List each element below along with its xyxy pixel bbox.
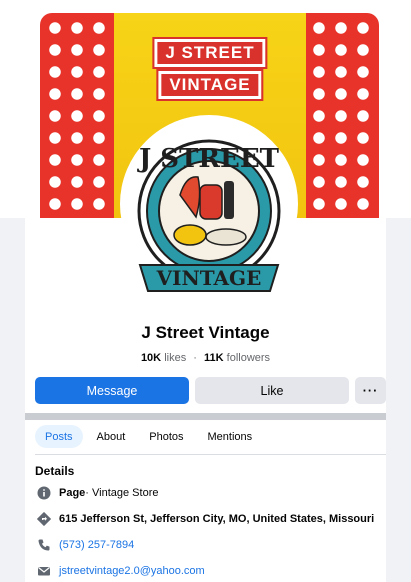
phone-icon bbox=[35, 536, 53, 554]
stats-separator: · bbox=[193, 352, 197, 364]
likes-count: 10K bbox=[140, 352, 162, 364]
likes-label: likes bbox=[164, 352, 187, 364]
tab-photos[interactable]: Photos bbox=[139, 425, 193, 448]
detail-category: Page · Vintage Store bbox=[35, 484, 386, 502]
phone-link[interactable]: (573) 257-7894 bbox=[59, 539, 134, 551]
detail-email[interactable]: jstreetvintage2.0@yahoo.com bbox=[35, 562, 386, 580]
profile-avatar[interactable]: J STREET VINTAGE bbox=[120, 115, 298, 293]
email-link[interactable]: jstreetvintage2.0@yahoo.com bbox=[59, 565, 205, 577]
followers-count: 11K bbox=[204, 352, 224, 364]
more-button[interactable]: ··· bbox=[355, 377, 386, 404]
tab-posts[interactable]: Posts bbox=[35, 425, 83, 448]
section-divider bbox=[25, 413, 386, 420]
category-prefix: Page bbox=[59, 487, 86, 499]
page-stats: 10K likes · 11K followers bbox=[0, 352, 411, 364]
followers-label: followers bbox=[226, 352, 271, 364]
address-text: 615 Jefferson St, Jefferson City, MO, Un… bbox=[59, 513, 375, 525]
action-bar: Message Like ··· bbox=[35, 377, 386, 404]
like-button[interactable]: Like bbox=[195, 377, 349, 404]
directions-icon bbox=[35, 510, 53, 528]
like-button-label: Like bbox=[260, 383, 284, 398]
logo-bottom-text: VINTAGE bbox=[156, 266, 262, 290]
detail-address[interactable]: 615 Jefferson St, Jefferson City, MO, Un… bbox=[35, 510, 386, 528]
tabs-underline bbox=[35, 454, 386, 455]
tab-about[interactable]: About bbox=[87, 425, 136, 448]
profile-tabs: Posts About Photos Mentions bbox=[35, 425, 262, 448]
logo-top-text: J STREET bbox=[137, 144, 280, 174]
cover-sign-line1: J STREET bbox=[152, 37, 268, 69]
cover-sign-line2: VINTAGE bbox=[156, 69, 264, 101]
detail-phone[interactable]: (573) 257-7894 bbox=[35, 536, 386, 554]
details-heading: Details bbox=[35, 464, 75, 478]
tab-mentions[interactable]: Mentions bbox=[198, 425, 263, 448]
mail-icon bbox=[35, 562, 53, 580]
category-text: · Vintage Store bbox=[85, 487, 159, 499]
message-button[interactable]: Message bbox=[35, 377, 189, 404]
more-icon: ··· bbox=[362, 383, 379, 398]
message-button-label: Message bbox=[86, 383, 138, 398]
logo-badge: J STREET VINTAGE bbox=[137, 139, 281, 292]
page-title: J Street Vintage bbox=[141, 323, 270, 342]
info-icon bbox=[35, 484, 53, 502]
